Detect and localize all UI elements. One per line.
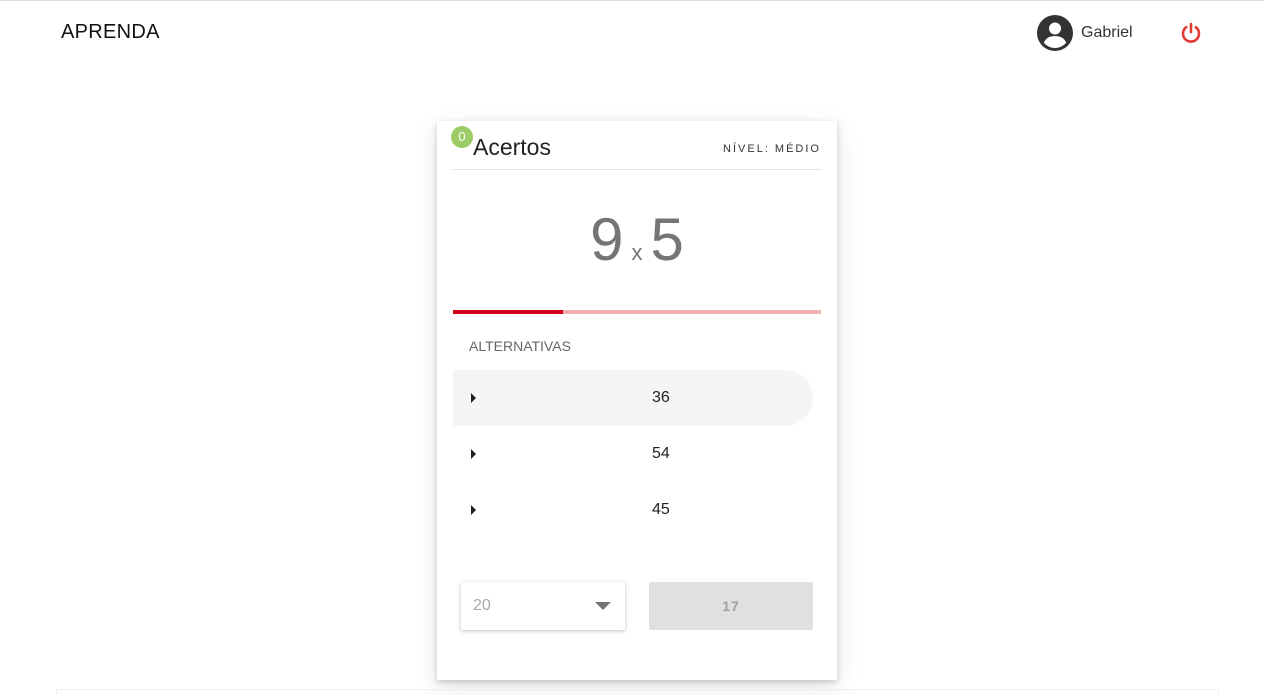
user-name: Gabriel xyxy=(1081,24,1133,41)
score-badge: 0 xyxy=(451,126,473,148)
alternative-item[interactable]: 45 xyxy=(453,482,813,538)
alternatives-title: ALTERNATIVAS xyxy=(469,338,571,354)
app-title: APRENDA xyxy=(61,21,160,43)
account-circle-icon xyxy=(1037,15,1073,51)
operand-a: 9 xyxy=(590,206,624,273)
alternative-item[interactable]: 36 xyxy=(453,370,813,426)
operator: x xyxy=(631,240,643,265)
submit-button[interactable]: 17 xyxy=(649,582,813,630)
alternative-value: 54 xyxy=(652,445,670,462)
operand-b: 5 xyxy=(650,206,684,273)
quiz-card: 0 Acertos NÍVEL: MÉDIO 9x5 ALTERNATIVAS … xyxy=(437,121,837,680)
score-label: Acertos xyxy=(473,134,551,160)
progress-bar xyxy=(453,310,821,314)
alternative-value: 36 xyxy=(652,389,670,406)
dropdown-arrow-icon xyxy=(595,602,611,610)
footer-panel xyxy=(56,689,1219,695)
question: 9x5 xyxy=(437,205,837,274)
answer-select[interactable]: 20 xyxy=(461,582,625,630)
header-divider xyxy=(453,169,821,170)
play-arrow-icon xyxy=(471,449,476,459)
power-icon[interactable] xyxy=(1179,21,1203,45)
top-border xyxy=(0,0,1264,1)
alternative-item[interactable]: 54 xyxy=(453,426,813,482)
select-value: 20 xyxy=(473,597,491,614)
level-label: NÍVEL: MÉDIO xyxy=(723,143,821,155)
progress-fill xyxy=(453,310,564,314)
alternative-value: 45 xyxy=(652,501,670,518)
user-menu[interactable]: Gabriel xyxy=(1037,15,1133,51)
play-arrow-icon xyxy=(471,393,476,403)
play-arrow-icon xyxy=(471,505,476,515)
